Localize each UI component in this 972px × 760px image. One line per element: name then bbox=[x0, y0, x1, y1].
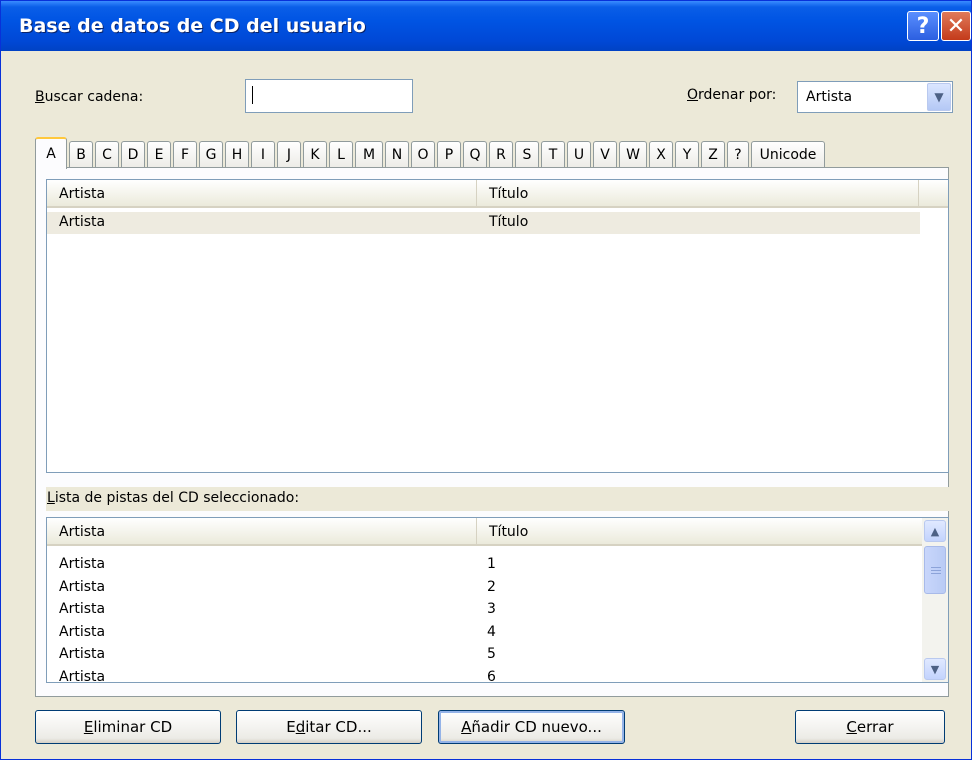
track-artist-cell: Artista bbox=[59, 556, 106, 572]
track-row[interactable]: Artista 4 bbox=[47, 622, 924, 644]
sort-dropdown[interactable]: Artista ▼ bbox=[797, 81, 953, 113]
sort-label: Ordenar por: bbox=[687, 87, 777, 103]
window-title: Base de datos de CD del usuario bbox=[19, 15, 366, 37]
tab-n[interactable]: N bbox=[385, 141, 409, 168]
track-title-cell: 4 bbox=[487, 623, 496, 640]
track-row[interactable]: Artista 1 bbox=[47, 554, 924, 576]
chevron-down-icon[interactable]: ▼ bbox=[927, 83, 951, 111]
track-title-cell: 3 bbox=[487, 601, 496, 617]
scrollbar-thumb[interactable] bbox=[924, 546, 946, 594]
tab-j[interactable]: J bbox=[277, 141, 301, 168]
cd-list[interactable]: Artista Título Artista Título bbox=[46, 179, 949, 473]
tab-r[interactable]: R bbox=[489, 141, 513, 168]
tab-a[interactable]: A bbox=[35, 137, 67, 169]
tab-y[interactable]: Y bbox=[675, 141, 699, 168]
title-bar[interactable]: Base de datos de CD del usuario ? ✕ bbox=[1, 1, 971, 51]
tab-x[interactable]: X bbox=[649, 141, 673, 168]
tab-t[interactable]: T bbox=[541, 141, 565, 168]
track-list-scrollbar[interactable]: ▲ ▼ bbox=[922, 518, 948, 682]
tab-p[interactable]: P bbox=[437, 141, 461, 168]
tab-z[interactable]: Z bbox=[701, 141, 725, 168]
tab-l[interactable]: L bbox=[329, 141, 353, 168]
track-list-label: Lista de pistas del CD seleccionado: bbox=[47, 490, 300, 506]
tab-v[interactable]: V bbox=[593, 141, 617, 168]
tab-q[interactable]: Q bbox=[463, 141, 487, 168]
cd-title-cell: Título bbox=[489, 214, 529, 230]
tab-i[interactable]: I bbox=[251, 141, 275, 168]
track-list-header: Artista Título bbox=[47, 518, 924, 546]
column-header-artist[interactable]: Artista bbox=[47, 518, 477, 546]
track-list[interactable]: Artista Título Artista 1 Artista 2 Artista 3 A… bbox=[46, 517, 949, 683]
tab-u[interactable]: U bbox=[567, 141, 591, 168]
track-row[interactable]: Artista 5 bbox=[47, 644, 924, 666]
track-title-cell: 5 bbox=[487, 646, 496, 662]
track-artist-cell: Artista bbox=[59, 668, 106, 683]
cd-database-dialog: Base de datos de CD del usuario ? ✕ Busc… bbox=[0, 0, 972, 760]
delete-cd-button[interactable]: Eliminar CD bbox=[35, 710, 221, 744]
tab-c[interactable]: C bbox=[95, 141, 119, 168]
tab-b[interactable]: B bbox=[69, 141, 93, 168]
search-input[interactable] bbox=[245, 79, 413, 113]
cd-list-header: Artista Título bbox=[47, 180, 948, 208]
track-title-cell: 2 bbox=[487, 578, 496, 595]
column-header-title[interactable]: Título bbox=[477, 518, 924, 546]
track-list-label-bar: Lista de pistas del CD seleccionado: bbox=[46, 487, 950, 511]
tab-other[interactable]: ? bbox=[727, 141, 749, 168]
chevron-up-icon[interactable]: ▲ bbox=[924, 520, 946, 542]
sort-selected-value: Artista bbox=[806, 89, 853, 105]
tab-e[interactable]: E bbox=[147, 141, 171, 168]
tab-m[interactable]: M bbox=[355, 141, 383, 168]
chevron-down-icon[interactable]: ▼ bbox=[924, 658, 946, 680]
track-row[interactable]: Artista 6 bbox=[47, 667, 924, 683]
cd-artist-cell: Artista bbox=[59, 214, 106, 230]
column-header-title[interactable]: Título bbox=[477, 180, 919, 208]
tab-s[interactable]: S bbox=[515, 141, 539, 168]
help-icon: ? bbox=[916, 13, 930, 39]
track-row[interactable]: Artista 3 bbox=[47, 599, 924, 621]
tab-o[interactable]: O bbox=[411, 141, 435, 168]
track-title-cell: 6 bbox=[487, 668, 496, 683]
edit-cd-button[interactable]: Ed itar CD... bbox=[236, 710, 422, 744]
tab-k[interactable]: K bbox=[303, 141, 327, 168]
close-icon: ✕ bbox=[946, 13, 966, 39]
track-artist-cell: Artista bbox=[59, 623, 106, 640]
help-button[interactable]: ? bbox=[907, 11, 939, 41]
tab-g[interactable]: G bbox=[199, 141, 223, 168]
tab-f[interactable]: F bbox=[173, 141, 197, 168]
track-title-cell: 1 bbox=[487, 556, 496, 572]
close-button[interactable]: Cerrar bbox=[795, 710, 945, 744]
column-header-artist[interactable]: Artista bbox=[47, 180, 477, 208]
tab-w[interactable]: W bbox=[619, 141, 647, 168]
tab-unicode[interactable]: Unicode bbox=[751, 141, 825, 168]
track-row[interactable]: Artista 2 bbox=[47, 577, 924, 599]
track-artist-cell: Artista bbox=[59, 601, 106, 617]
track-artist-cell: Artista bbox=[59, 578, 106, 595]
search-label: Buscar cadena: bbox=[35, 89, 144, 105]
track-artist-cell: Artista bbox=[59, 646, 106, 662]
close-window-button[interactable]: ✕ bbox=[941, 11, 971, 41]
add-cd-button[interactable]: Añadir CD nuevo... bbox=[438, 710, 625, 744]
text-caret bbox=[252, 86, 253, 104]
tab-h[interactable]: H bbox=[225, 141, 249, 168]
cd-list-row[interactable]: Artista Título bbox=[47, 212, 920, 234]
tab-d[interactable]: D bbox=[121, 141, 145, 168]
